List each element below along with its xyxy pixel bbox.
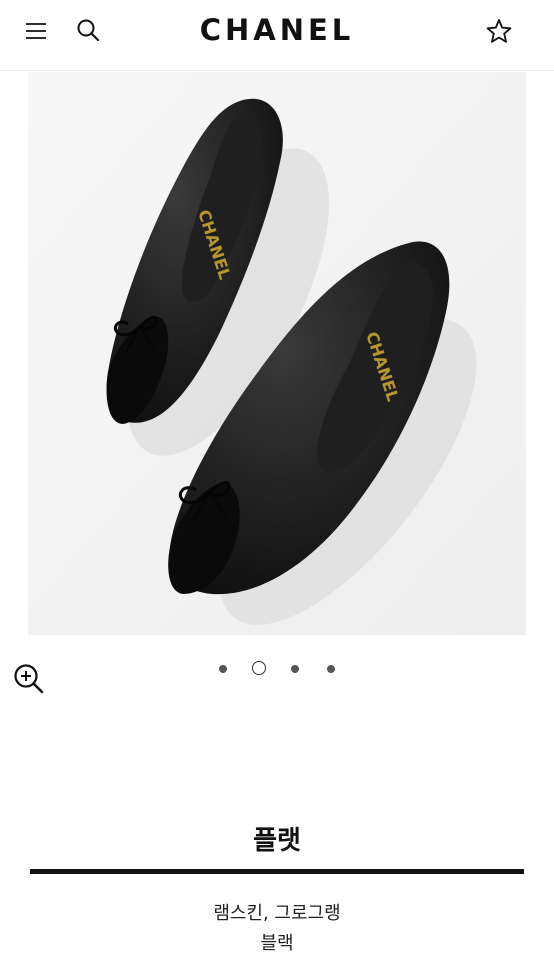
carousel-indicator [0, 660, 554, 678]
product-title: 플랫 [253, 826, 301, 856]
star-icon[interactable] [486, 18, 512, 44]
carousel-dot[interactable] [219, 665, 227, 673]
carousel-dot[interactable] [327, 665, 335, 673]
product-image[interactable]: CHANEL CHANEL [28, 72, 526, 635]
product-material: 램스킨, 그로그랭 [213, 903, 341, 924]
product-color: 블랙 [260, 933, 294, 954]
carousel-dot[interactable] [291, 665, 299, 673]
title-divider [30, 869, 524, 874]
brand-logo[interactable]: CHANEL [0, 10, 554, 50]
top-header: CHANEL [0, 0, 554, 71]
carousel-dot-active[interactable] [252, 661, 266, 675]
